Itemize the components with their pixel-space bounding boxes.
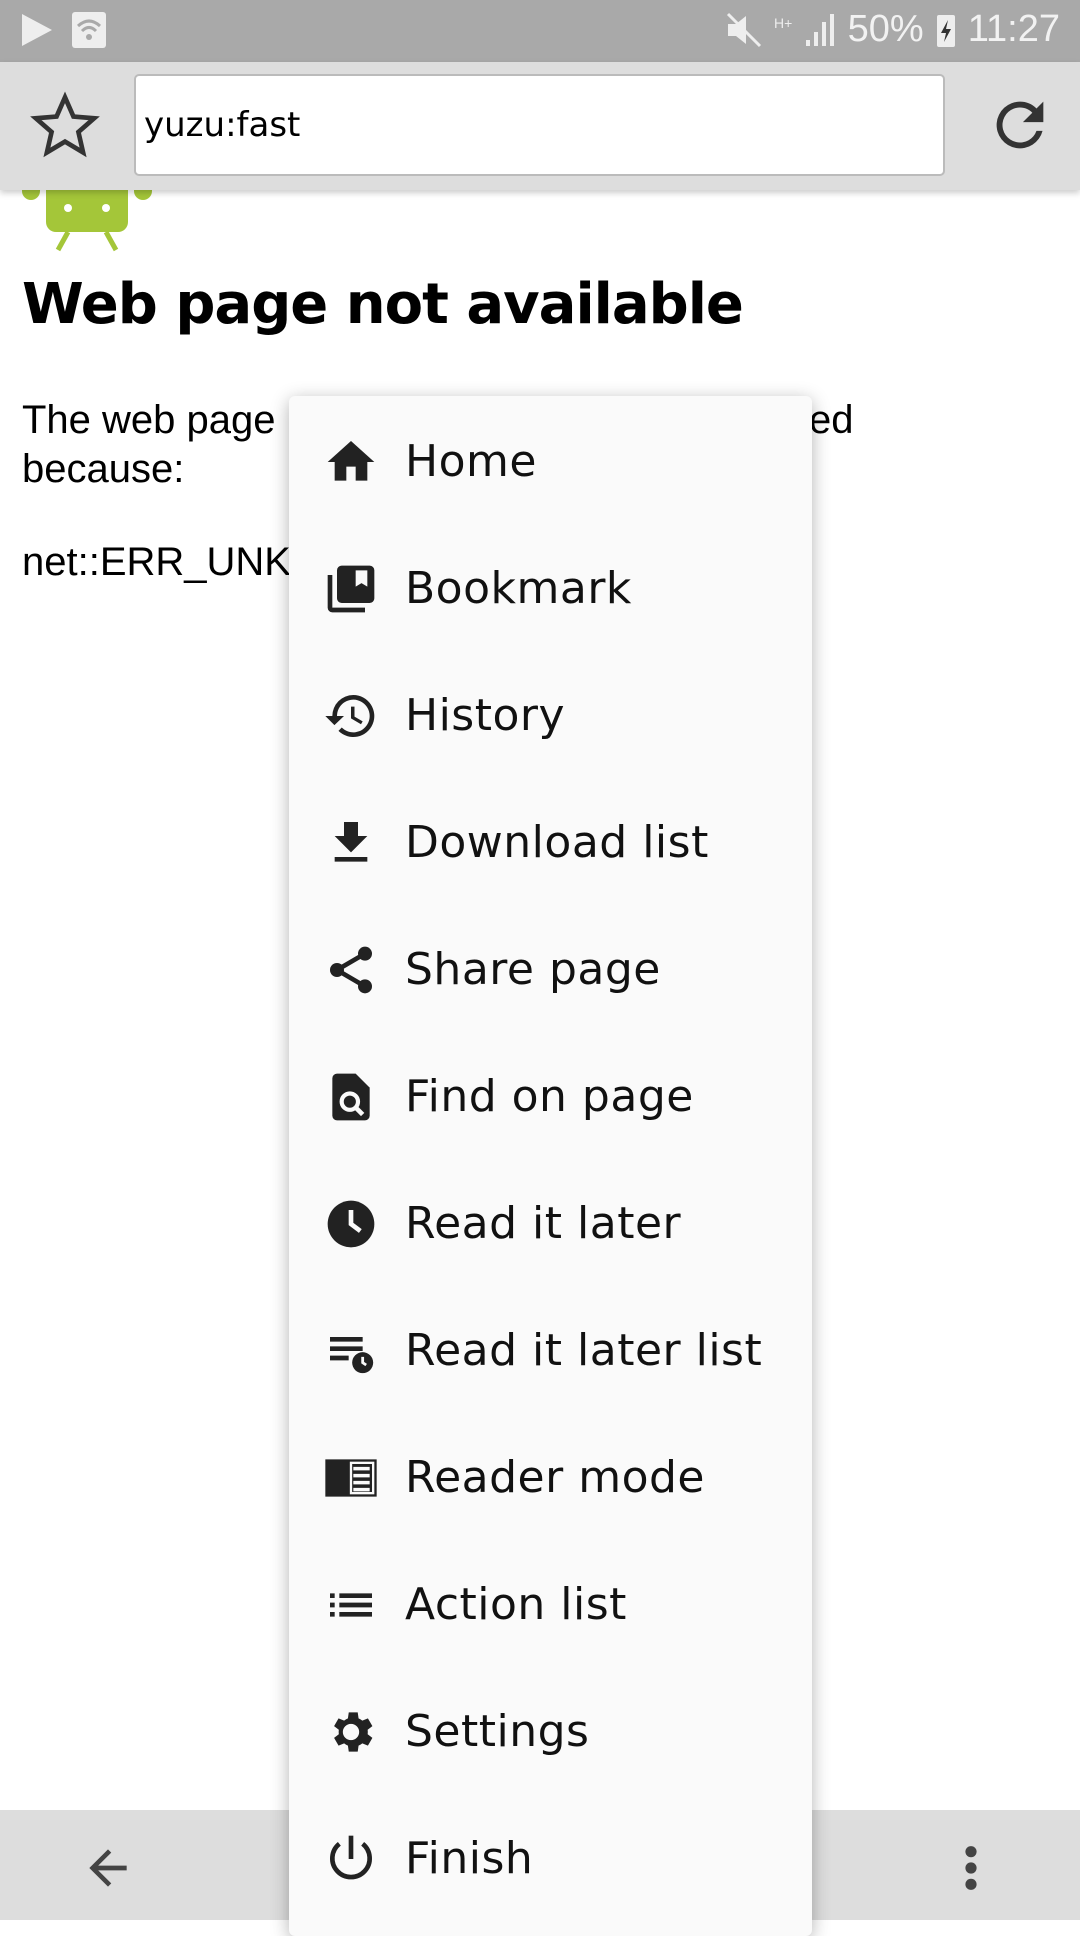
history-icon (325, 694, 375, 737)
mute-icon (726, 12, 761, 47)
menu-item-share-page[interactable]: Share page (289, 906, 812, 1033)
menu-item-find-on-page[interactable]: Find on page (289, 1033, 812, 1160)
more-vert-icon[interactable] (951, 1840, 991, 1896)
wifi-icon (72, 12, 106, 48)
menu-item-read-it-later[interactable]: Read it later (289, 1160, 812, 1287)
menu-item-read-it-later-list[interactable]: Read it later list (289, 1287, 812, 1414)
battery-charging-icon (936, 14, 955, 47)
svg-text:H+: H+ (774, 15, 792, 31)
menu-item-bookmark[interactable]: Bookmark (289, 525, 812, 652)
battery-percent: 50% (847, 8, 924, 50)
home-icon (327, 440, 375, 481)
bookmark-icon (327, 565, 375, 612)
share-icon (330, 946, 372, 993)
back-arrow-icon[interactable] (80, 1840, 136, 1896)
power-icon (330, 1835, 372, 1879)
network-h-plus-icon: H+ (774, 15, 792, 31)
clock-icon (327, 1200, 375, 1247)
menu-item-download-list[interactable]: Download list (289, 779, 812, 906)
reload-icon[interactable] (985, 90, 1055, 160)
download-icon (334, 821, 368, 862)
clock: 11:27 (967, 8, 1060, 50)
menu-item-action-list[interactable]: Action list (289, 1541, 812, 1668)
star-icon[interactable] (30, 90, 100, 160)
menu-item-settings[interactable]: Settings (289, 1668, 812, 1795)
list-clock-icon (330, 1336, 374, 1373)
gear-icon (334, 1711, 373, 1752)
menu-item-reader-mode[interactable]: Reader mode (289, 1414, 812, 1541)
signal-icon (805, 13, 834, 46)
error-code: net::ERR_UNKN (22, 540, 320, 584)
menu-item-home[interactable]: Home (289, 398, 812, 525)
reader-icon (325, 1458, 377, 1497)
menu-item-finish[interactable]: Finish (289, 1795, 812, 1922)
notification-icon (22, 14, 52, 46)
menu-item-history[interactable]: History (289, 652, 812, 779)
list-icon (330, 1592, 372, 1617)
url-input[interactable]: yuzu:fast (134, 74, 945, 176)
find-icon (332, 1073, 370, 1120)
overflow-menu: Home Bookmark History Download list Shar… (289, 396, 812, 1936)
page-title: Web page not available (22, 272, 744, 337)
status-bar: H+ 50% 11:27 (0, 0, 1080, 62)
browser-toolbar: yuzu:fast (0, 62, 1080, 190)
